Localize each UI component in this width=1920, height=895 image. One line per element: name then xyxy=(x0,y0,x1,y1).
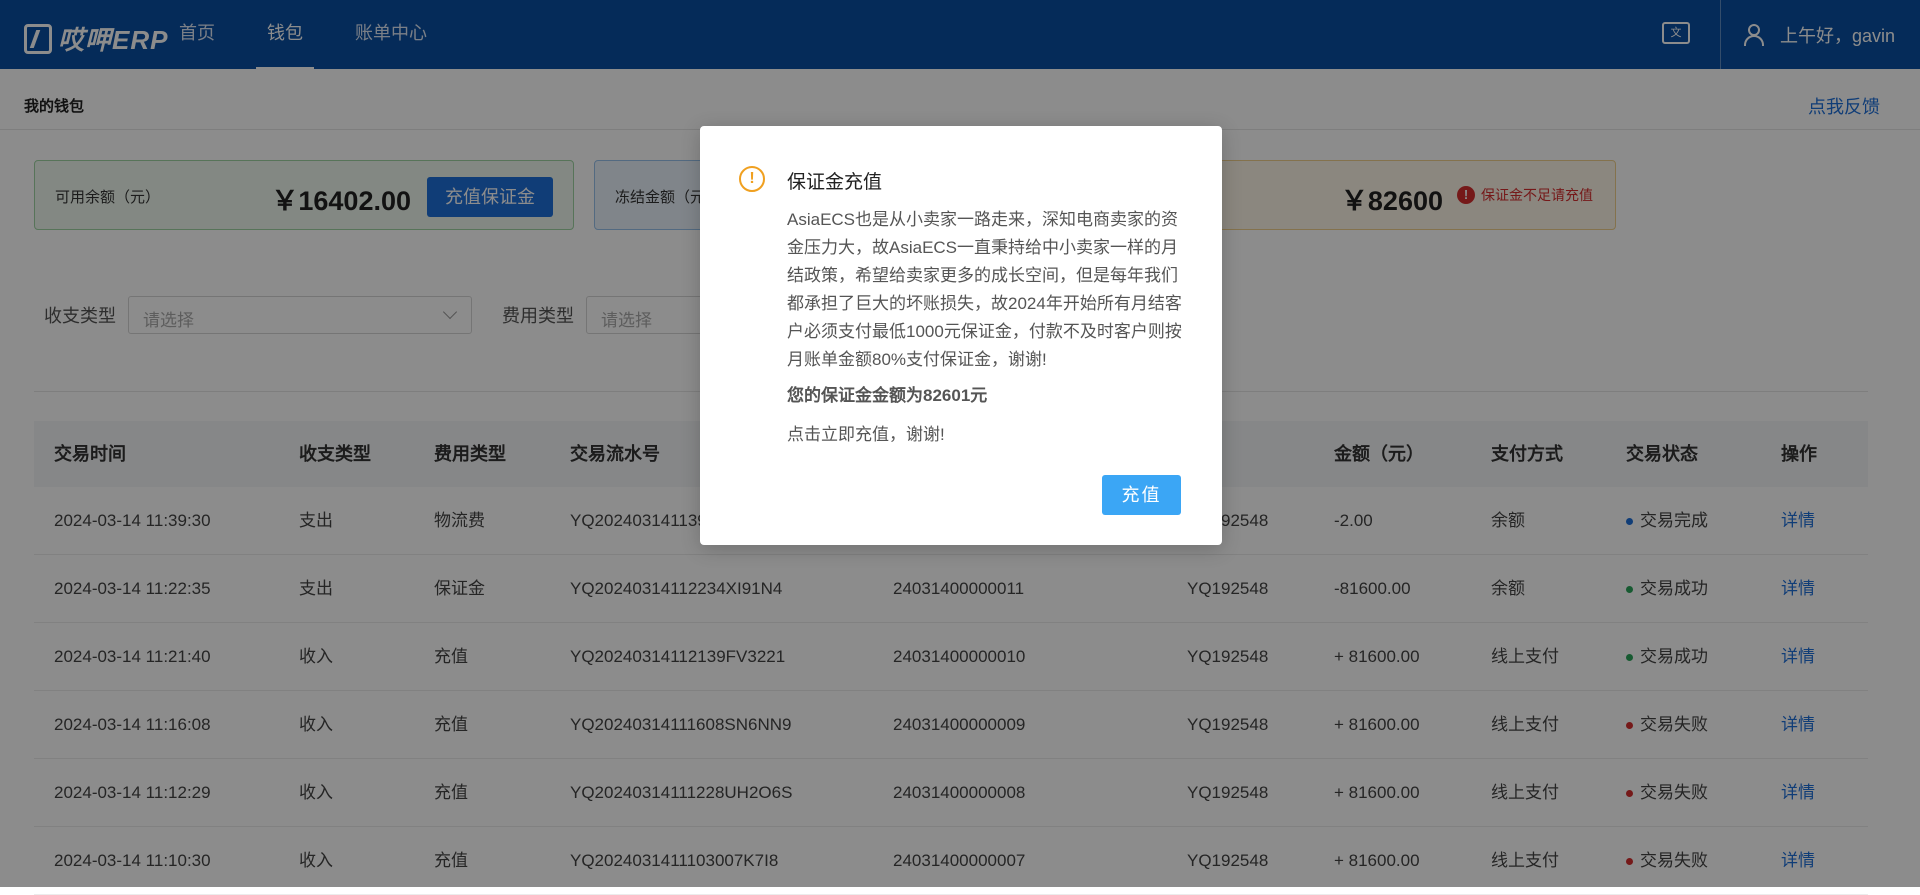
deposit-recharge-modal: ! 保证金充值 AsiaECS也是从小卖家一路走来，深知电商卖家的资金压力大，故… xyxy=(700,126,1222,545)
warning-icon: ! xyxy=(739,166,765,192)
modal-note: 点击立即充值，谢谢! xyxy=(787,425,945,444)
modal-deposit-amount: 您的保证金金额为82601元 xyxy=(787,386,988,405)
modal-body: AsiaECS也是从小卖家一路走来，深知电商卖家的资金压力大，故AsiaECS一… xyxy=(787,210,1182,369)
recharge-button[interactable]: 充值 xyxy=(1102,475,1181,515)
modal-title: 保证金充值 xyxy=(787,172,883,193)
